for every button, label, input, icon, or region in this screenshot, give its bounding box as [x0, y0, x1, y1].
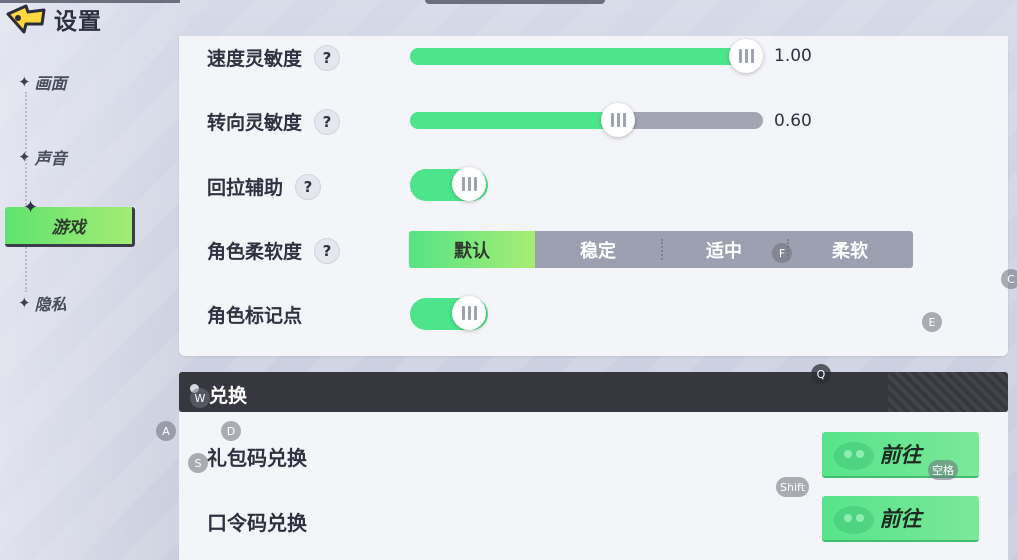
sidebar-item-sound[interactable]: ✦ 声音	[18, 145, 67, 169]
slider-fill	[410, 112, 619, 129]
speed-sensitivity-row: 速度灵敏度 ?	[207, 44, 341, 71]
button-decoration-icon	[834, 506, 874, 534]
key-hint-e: E	[922, 312, 942, 332]
help-icon[interactable]: ?	[314, 237, 341, 264]
redeem-section-header	[179, 372, 1008, 412]
speed-sensitivity-value: 1.00	[774, 46, 812, 66]
softness-option-default[interactable]: 默认	[409, 231, 535, 268]
toggle-thumb	[452, 296, 486, 330]
sidebar-item-privacy[interactable]: ✦ 隐私	[18, 291, 67, 315]
character-softness-segmented-control: 默认 稳定 适中 柔软	[409, 231, 913, 268]
gift-code-label: 礼包码兑换	[207, 446, 307, 470]
key-hint-a: A	[156, 421, 176, 441]
speed-sensitivity-label: 速度灵敏度	[207, 48, 303, 70]
speed-sensitivity-slider[interactable]	[410, 39, 763, 73]
key-hint-f: F	[772, 243, 792, 263]
softness-option-medium[interactable]: 适中	[661, 231, 787, 268]
help-icon[interactable]: ?	[314, 44, 341, 71]
character-marker-label: 角色标记点	[207, 305, 303, 327]
sidebar-item-graphics[interactable]: ✦ 画面	[18, 70, 67, 94]
key-hint-s: S	[188, 453, 208, 473]
sidebar-item-label: 声音	[34, 149, 67, 168]
button-decoration-icon	[834, 442, 874, 470]
key-hint-d: D	[221, 421, 241, 441]
key-hint-space: 空格	[928, 460, 958, 480]
top-bar-fragment	[425, 0, 605, 4]
sidebar-item-label: 游戏	[51, 218, 86, 238]
toggle-thumb	[452, 167, 486, 201]
redeem-section-title: 兑换	[209, 385, 248, 407]
pullback-assist-label: 回拉辅助	[207, 177, 284, 199]
key-hint-c: C	[1001, 269, 1017, 289]
star-icon: ✦	[18, 294, 31, 312]
sidebar-item-label: 隐私	[34, 295, 67, 314]
turn-sensitivity-row: 转向灵敏度 ?	[207, 108, 341, 135]
help-icon[interactable]: ?	[314, 108, 341, 135]
help-icon[interactable]: ?	[295, 173, 322, 200]
go-button-label: 前往	[879, 443, 922, 467]
go-button-label: 前往	[879, 507, 922, 531]
password-code-label: 口令码兑换	[207, 511, 307, 535]
softness-option-stable[interactable]: 稳定	[535, 231, 661, 268]
sidebar-connector-line	[25, 92, 27, 292]
character-marker-toggle[interactable]	[410, 296, 488, 330]
character-marker-row: 角色标记点	[207, 301, 302, 328]
pullback-assist-toggle[interactable]	[410, 167, 488, 201]
pullback-assist-row: 回拉辅助 ?	[207, 173, 322, 200]
softness-option-soft[interactable]: 柔软	[787, 231, 913, 268]
character-softness-row: 角色柔软度 ?	[207, 237, 341, 264]
key-hint-w: W	[190, 388, 210, 408]
star-badge-icon: ✦	[23, 197, 39, 218]
character-softness-label: 角色柔软度	[207, 241, 303, 263]
turn-sensitivity-value: 0.60	[774, 111, 812, 131]
back-arrow-logo-icon[interactable]	[4, 2, 48, 36]
turn-sensitivity-slider[interactable]	[410, 103, 763, 137]
header-pattern	[888, 372, 1008, 412]
sidebar-item-label: 画面	[34, 74, 67, 93]
key-hint-q: Q	[811, 364, 831, 384]
password-code-go-button[interactable]: 前往	[822, 496, 979, 542]
star-icon: ✦	[18, 148, 31, 166]
slider-fill	[410, 48, 746, 65]
slider-thumb[interactable]	[729, 39, 763, 73]
star-icon: ✦	[18, 73, 31, 91]
key-hint-shift: Shift	[776, 477, 810, 497]
sidebar-item-game[interactable]: ✦ 游戏	[5, 197, 135, 247]
turn-sensitivity-label: 转向灵敏度	[207, 112, 303, 134]
page-title: 设置	[54, 9, 102, 35]
